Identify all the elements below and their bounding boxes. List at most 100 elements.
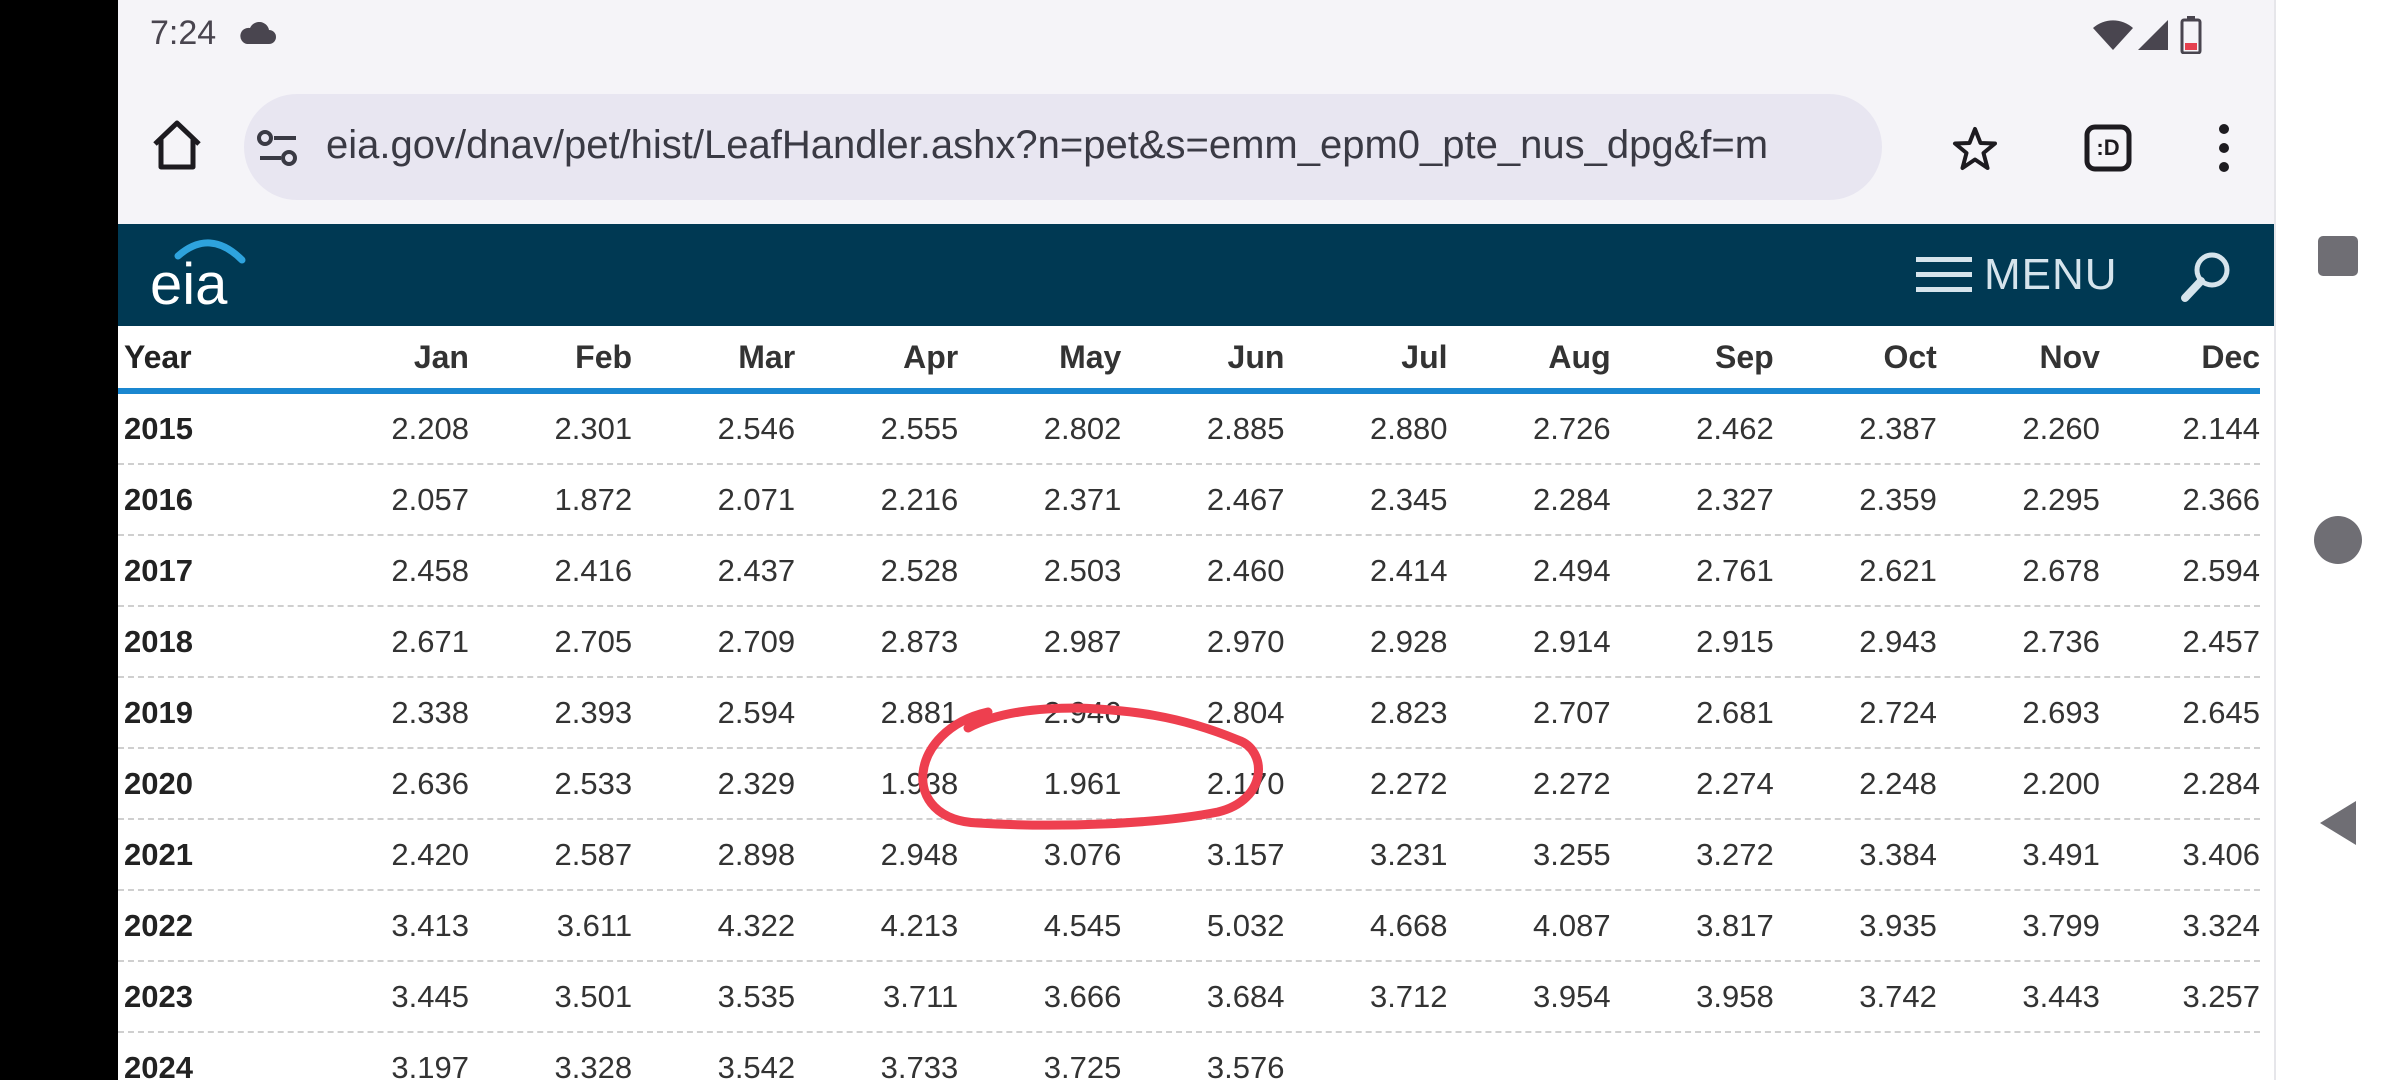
price-cell: 3.712: [1369, 978, 1448, 1014]
price-cell: 2.671: [391, 623, 469, 659]
price-cell: 4.668: [1369, 907, 1448, 943]
price-cell: 5.032: [1206, 907, 1285, 943]
column-header: Jan: [413, 338, 469, 375]
price-cell: 3.231: [1369, 836, 1448, 872]
price-cell: 2.420: [391, 836, 469, 872]
square-nav-icon[interactable]: [2316, 234, 2360, 278]
price-cell: 2.371: [1043, 481, 1122, 517]
price-cell: 2.636: [391, 765, 469, 801]
table-row: 2019 2.338 2.393 2.594 2.881 2.946 2.804 2.823 2…: [118, 678, 2260, 749]
table-row: 2023 3.445 3.501 3.535 3.711 3.666 3.684 3.712 3…: [118, 962, 2260, 1033]
column-header: Oct: [1883, 338, 1937, 375]
price-cell: 3.257: [2182, 978, 2261, 1014]
price-cell: 2.880: [1369, 410, 1448, 446]
price-cell: 3.542: [717, 1049, 796, 1080]
menu-label: MENU: [1984, 250, 2118, 299]
price-cell: 2.248: [1859, 765, 1937, 801]
price-cell: 3.742: [1859, 978, 1937, 1014]
price-cell: 2.645: [2182, 694, 2261, 730]
table-row: 2017 2.458 2.416 2.437 2.528 2.503 2.460 2.414 2…: [118, 536, 2260, 607]
price-cell: 2.301: [554, 410, 633, 446]
status-bar: 7:24: [118, 0, 2274, 72]
row-year: 2016: [124, 481, 193, 517]
table-row: 2016 2.057 1.872 2.071 2.216 2.371 2.467 2.345 2…: [118, 465, 2260, 536]
price-cell: 2.970: [1206, 623, 1285, 659]
price-cell: 2.705: [554, 623, 633, 659]
table-body: 2015 2.208 2.301 2.546 2.555 2.802 2.885 2.880 2…: [118, 394, 2274, 1080]
circle-nav-icon[interactable]: [2312, 514, 2364, 566]
price-cell: 2.555: [880, 410, 959, 446]
left-black-bezel: [0, 0, 118, 1080]
back-nav-icon[interactable]: [2316, 798, 2360, 848]
price-cell: 3.576: [1206, 1049, 1285, 1080]
column-header: Year: [124, 338, 192, 375]
price-cell: 2.260: [2022, 410, 2100, 446]
price-cell: 2.946: [1043, 694, 1122, 730]
price-cell: 4.213: [880, 907, 959, 943]
price-cell: 2.761: [1696, 552, 1774, 588]
price-cell: 2.804: [1206, 694, 1285, 730]
price-cell: 3.384: [1859, 836, 1937, 872]
price-cell: 3.272: [1696, 836, 1774, 872]
price-cell: 3.711: [882, 978, 959, 1014]
column-header: Feb: [575, 338, 633, 375]
price-cell: 2.274: [1696, 765, 1774, 801]
price-cell: 2.414: [1369, 552, 1448, 588]
price-cell: 2.216: [880, 481, 959, 517]
site-info-icon[interactable]: [256, 128, 300, 168]
price-cell: 2.144: [2182, 410, 2261, 446]
price-cell: 2.458: [391, 552, 469, 588]
price-cell: 2.359: [1859, 481, 1937, 517]
price-cell: 3.725: [1043, 1049, 1122, 1080]
row-year: 2017: [124, 552, 193, 588]
price-cell: 2.327: [1696, 481, 1774, 517]
price-cell: 3.611: [556, 907, 633, 943]
column-header: Aug: [1548, 338, 1611, 375]
url-text[interactable]: eia.gov/dnav/pet/hist/LeafHandler.ashx?n…: [326, 123, 1866, 168]
price-cell: 2.681: [1696, 694, 1774, 730]
home-icon[interactable]: [150, 118, 204, 172]
column-header: Dec: [2201, 338, 2261, 375]
price-cell: 2.338: [391, 694, 469, 730]
price-cell: 2.885: [1206, 410, 1285, 446]
table-row: 2018 2.671 2.705 2.709 2.873 2.987 2.970 2.928 2…: [118, 607, 2260, 678]
price-cell: 2.416: [554, 552, 633, 588]
price-cell: 1.961: [1043, 765, 1122, 801]
price-cell: 2.823: [1369, 694, 1448, 730]
price-cell: 2.345: [1369, 481, 1448, 517]
price-cell: 3.324: [2182, 907, 2261, 943]
row-year: 2022: [124, 907, 193, 943]
price-cell: 2.200: [2022, 765, 2100, 801]
star-icon[interactable]: [1952, 126, 1998, 172]
price-cell: 3.501: [554, 978, 633, 1014]
price-cell: 2.057: [391, 481, 469, 517]
price-cell: 2.272: [1369, 765, 1448, 801]
price-cell: 3.684: [1206, 978, 1285, 1014]
price-cell: 1.938: [880, 765, 959, 801]
more-icon[interactable]: [2210, 122, 2238, 174]
column-header: Jun: [1227, 338, 1285, 375]
table-row: 2024 3.197 3.328 3.542 3.733 3.725 3.576: [118, 1033, 2260, 1080]
price-cell: 2.707: [1533, 694, 1611, 730]
price-cell: 2.071: [717, 481, 796, 517]
table-row: 2020 2.636 2.533 2.329 1.938 1.961 2.170 2.272 2…: [118, 749, 2260, 820]
status-time: 7:24: [150, 14, 217, 52]
wifi-icon: [2093, 20, 2133, 50]
price-cell: 3.445: [391, 978, 469, 1014]
signal-icon: [2138, 20, 2168, 50]
tabs-count-label: :D: [2096, 135, 2120, 160]
cloud-icon: [240, 22, 276, 44]
price-cell: 3.076: [1043, 836, 1122, 872]
price-cell: 2.437: [717, 552, 796, 588]
row-year: 2018: [124, 623, 193, 659]
menu-button[interactable]: MENU: [1916, 246, 2118, 304]
price-cell: 2.915: [1696, 623, 1774, 659]
eia-logo[interactable]: eia: [148, 234, 258, 318]
search-icon[interactable]: [2180, 250, 2234, 304]
price-cell: 4.545: [1043, 907, 1122, 943]
price-cell: 2.802: [1043, 410, 1122, 446]
price-cell: 2.709: [717, 623, 796, 659]
gasoline-price-table: Year Jan Feb Mar Apr May Jun Jul Aug Sep…: [118, 326, 2274, 1080]
price-cell: 2.594: [2182, 552, 2261, 588]
table-row: 2021 2.420 2.587 2.898 2.948 3.076 3.157 3.231 3…: [118, 820, 2260, 891]
